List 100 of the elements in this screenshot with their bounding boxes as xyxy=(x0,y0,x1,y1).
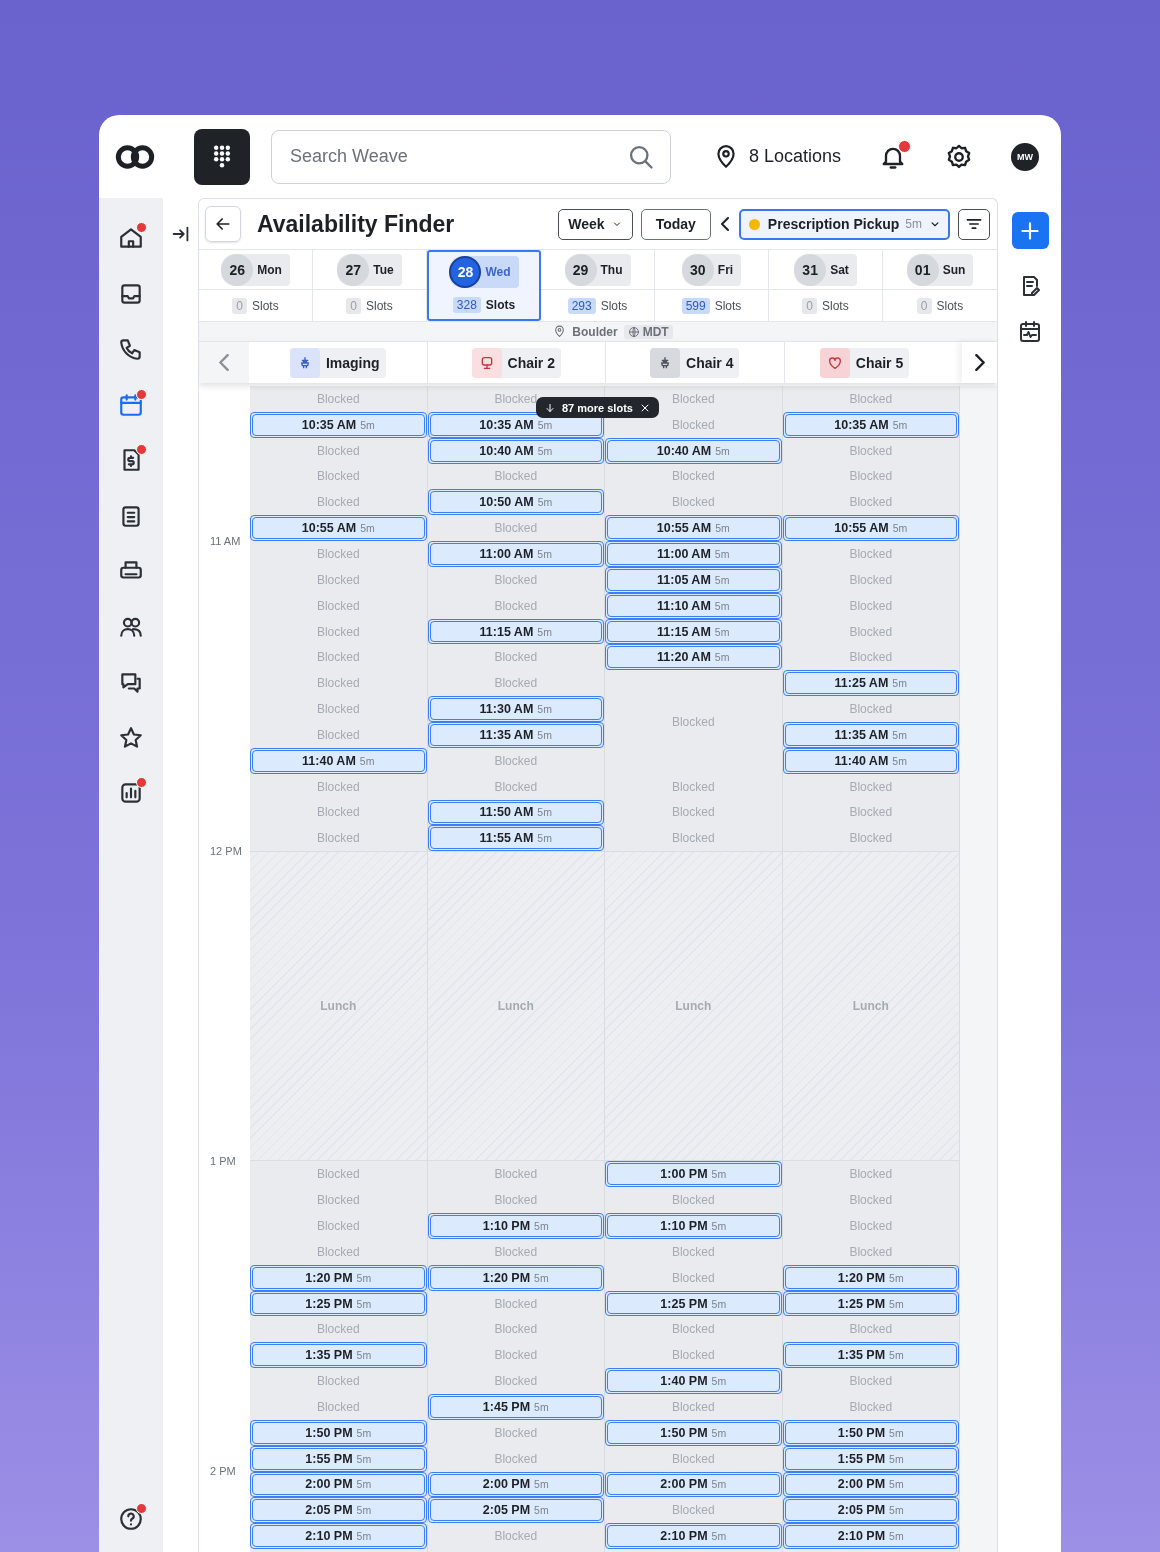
time-slot[interactable]: 1:35 PM 5m xyxy=(784,1344,957,1367)
time-slot[interactable]: 11:15 AM 5m xyxy=(607,620,780,643)
day-tab[interactable]: 27 Tue 0 Slots xyxy=(313,250,427,321)
calendar-icon xyxy=(118,391,144,418)
dialpad-button[interactable] xyxy=(194,128,250,185)
locations-button[interactable]: 8 Locations xyxy=(713,143,842,170)
time-slot[interactable]: 1:10 PM 5m xyxy=(607,1215,780,1237)
time-slot[interactable]: 1:20 PM 5m xyxy=(784,1266,957,1289)
blocked-label: Blocked xyxy=(316,547,360,561)
view-dropdown[interactable]: Week xyxy=(558,208,633,240)
time-slot[interactable]: 11:50 AM 5m xyxy=(429,801,602,824)
search-field[interactable]: Search Weave xyxy=(271,129,671,184)
blocked-label: Blocked xyxy=(316,650,360,665)
day-tab[interactable]: 28 Wed 328 Slots xyxy=(427,250,541,321)
time-slot[interactable]: 2:05 PM 5m xyxy=(429,1499,602,1522)
filter-button[interactable] xyxy=(958,208,990,240)
time-slot[interactable]: 10:40 AM 5m xyxy=(607,439,780,462)
time-slot[interactable]: 1:55 PM 5m xyxy=(252,1447,425,1470)
time-slot[interactable]: 1:50 PM 5m xyxy=(252,1421,425,1444)
time-slot[interactable]: 2:10 PM 5m xyxy=(607,1525,780,1548)
day-tab[interactable]: 29 Thu 293 Slots xyxy=(541,250,655,321)
hour-label: 2 PM xyxy=(210,1464,236,1479)
day-tab[interactable]: 01 Sun 0 Slots xyxy=(883,250,997,321)
time-slot[interactable]: 1:20 PM 5m xyxy=(429,1266,602,1289)
time-slot[interactable]: 10:35 AM 5m xyxy=(784,413,957,436)
blocked-label: Blocked xyxy=(494,1451,538,1466)
time-slot[interactable]: 1:25 PM 5m xyxy=(784,1292,957,1315)
time-slot[interactable]: 1:50 PM 5m xyxy=(784,1421,957,1444)
time-slot[interactable]: 2:00 PM 5m xyxy=(607,1473,780,1496)
time-slot[interactable]: 11:25 AM 5m xyxy=(784,672,957,695)
time-slot[interactable]: 10:35 AM 5m xyxy=(252,413,425,436)
avatar-button[interactable]: MW xyxy=(1011,142,1040,171)
provider-name: Chair 4 xyxy=(686,354,734,371)
slot-count: 0 xyxy=(916,297,932,314)
time-slot[interactable]: 1:55 PM 5m xyxy=(784,1447,957,1470)
add-button[interactable] xyxy=(1011,212,1049,249)
home-icon xyxy=(118,225,144,251)
previous-button[interactable] xyxy=(718,217,731,231)
chevron-left-icon xyxy=(219,354,229,371)
time-slot[interactable]: 11:20 AM 5m xyxy=(607,646,780,669)
time-slot[interactable]: 11:35 AM 5m xyxy=(429,723,602,746)
time-slot[interactable]: 10:50 AM 5m xyxy=(429,491,602,514)
time-slot[interactable]: 10:55 AM 5m xyxy=(784,517,957,540)
time-slot[interactable]: 1:40 PM 5m xyxy=(607,1370,780,1392)
time-slot[interactable]: 11:10 AM 5m xyxy=(607,594,780,617)
blocked-label: Blocked xyxy=(316,1244,360,1259)
back-button[interactable] xyxy=(205,206,241,242)
time-slot[interactable]: 1:45 PM 5m xyxy=(429,1395,602,1418)
time-slot[interactable]: 1:35 PM 5m xyxy=(252,1344,425,1367)
day-tab[interactable]: 26 Mon 0 Slots xyxy=(199,250,313,321)
time-slot[interactable]: 1:00 PM 5m xyxy=(607,1163,780,1186)
time-slot[interactable]: 2:05 PM 5m xyxy=(252,1499,425,1522)
time-slot[interactable]: 11:15 AM 5m xyxy=(429,620,602,643)
today-button[interactable]: Today xyxy=(640,208,711,240)
blocked-label: Blocked xyxy=(671,1348,715,1363)
blocked-label: Blocked xyxy=(671,417,715,432)
blocked-label: Blocked xyxy=(316,469,360,484)
time-slot[interactable]: 2:05 PM 5m xyxy=(784,1499,957,1522)
blocked-label: Blocked xyxy=(316,391,360,406)
date-number: 31 xyxy=(794,253,827,286)
day-tab[interactable]: 31 Sat 0 Slots xyxy=(769,250,883,321)
more-slots-toast[interactable]: 87 more slots xyxy=(536,397,659,418)
next-provider-button[interactable] xyxy=(961,342,997,383)
blocked-label: Blocked xyxy=(494,676,538,691)
time-slot[interactable]: 10:55 AM 5m xyxy=(607,517,780,540)
time-slot[interactable]: 2:00 PM 5m xyxy=(429,1473,602,1496)
slots-label: Slots xyxy=(252,298,279,313)
day-name: Wed xyxy=(485,264,511,279)
blocked-label: Blocked xyxy=(494,1425,538,1440)
time-slot[interactable]: 11:40 AM 5m xyxy=(252,749,425,772)
time-slot[interactable]: 10:40 AM 5m xyxy=(429,439,602,462)
time-slot[interactable]: 11:35 AM 5m xyxy=(784,723,957,746)
time-slot[interactable]: 1:10 PM 5m xyxy=(429,1215,602,1237)
calendar-pulse-icon xyxy=(1018,320,1042,344)
time-slot[interactable]: 10:35 AM 5m xyxy=(429,413,602,436)
time-slot[interactable]: 11:55 AM 5m xyxy=(429,827,602,850)
appointment-type-dropdown[interactable]: Prescription Pickup 5m xyxy=(738,208,950,240)
time-slot[interactable]: 11:40 AM 5m xyxy=(784,749,957,772)
time-slot[interactable]: 10:55 AM 5m xyxy=(252,517,425,540)
blocked-label: Blocked xyxy=(849,1219,893,1233)
time-slot[interactable]: 1:20 PM 5m xyxy=(252,1266,425,1289)
time-slot[interactable]: 1:25 PM 5m xyxy=(607,1292,780,1315)
blocked-label: Blocked xyxy=(671,1270,715,1285)
time-slot[interactable]: 11:30 AM 5m xyxy=(429,698,602,720)
time-slot[interactable]: 2:10 PM 5m xyxy=(252,1525,425,1548)
time-slot[interactable]: 2:00 PM 5m xyxy=(784,1473,957,1496)
time-slot[interactable]: 11:05 AM 5m xyxy=(607,568,780,591)
day-tab[interactable]: 30 Fri 599 Slots xyxy=(655,250,769,321)
time-slot[interactable]: 2:10 PM 5m xyxy=(784,1525,957,1548)
time-slot[interactable]: 2:00 PM 5m xyxy=(252,1473,425,1496)
time-slot[interactable]: 1:50 PM 5m xyxy=(607,1421,780,1444)
day-name: Tue xyxy=(373,262,394,277)
slots-label: Slots xyxy=(366,298,393,313)
time-slot[interactable]: 11:00 AM 5m xyxy=(607,543,780,565)
time-slot[interactable]: 1:25 PM 5m xyxy=(252,1292,425,1315)
blocked-label: Blocked xyxy=(849,1167,893,1182)
blocked-label: Blocked xyxy=(671,1399,715,1414)
time-slot[interactable]: 11:00 AM 5m xyxy=(429,543,602,565)
date-number: 26 xyxy=(221,253,254,286)
provider-name: Chair 2 xyxy=(507,354,555,371)
